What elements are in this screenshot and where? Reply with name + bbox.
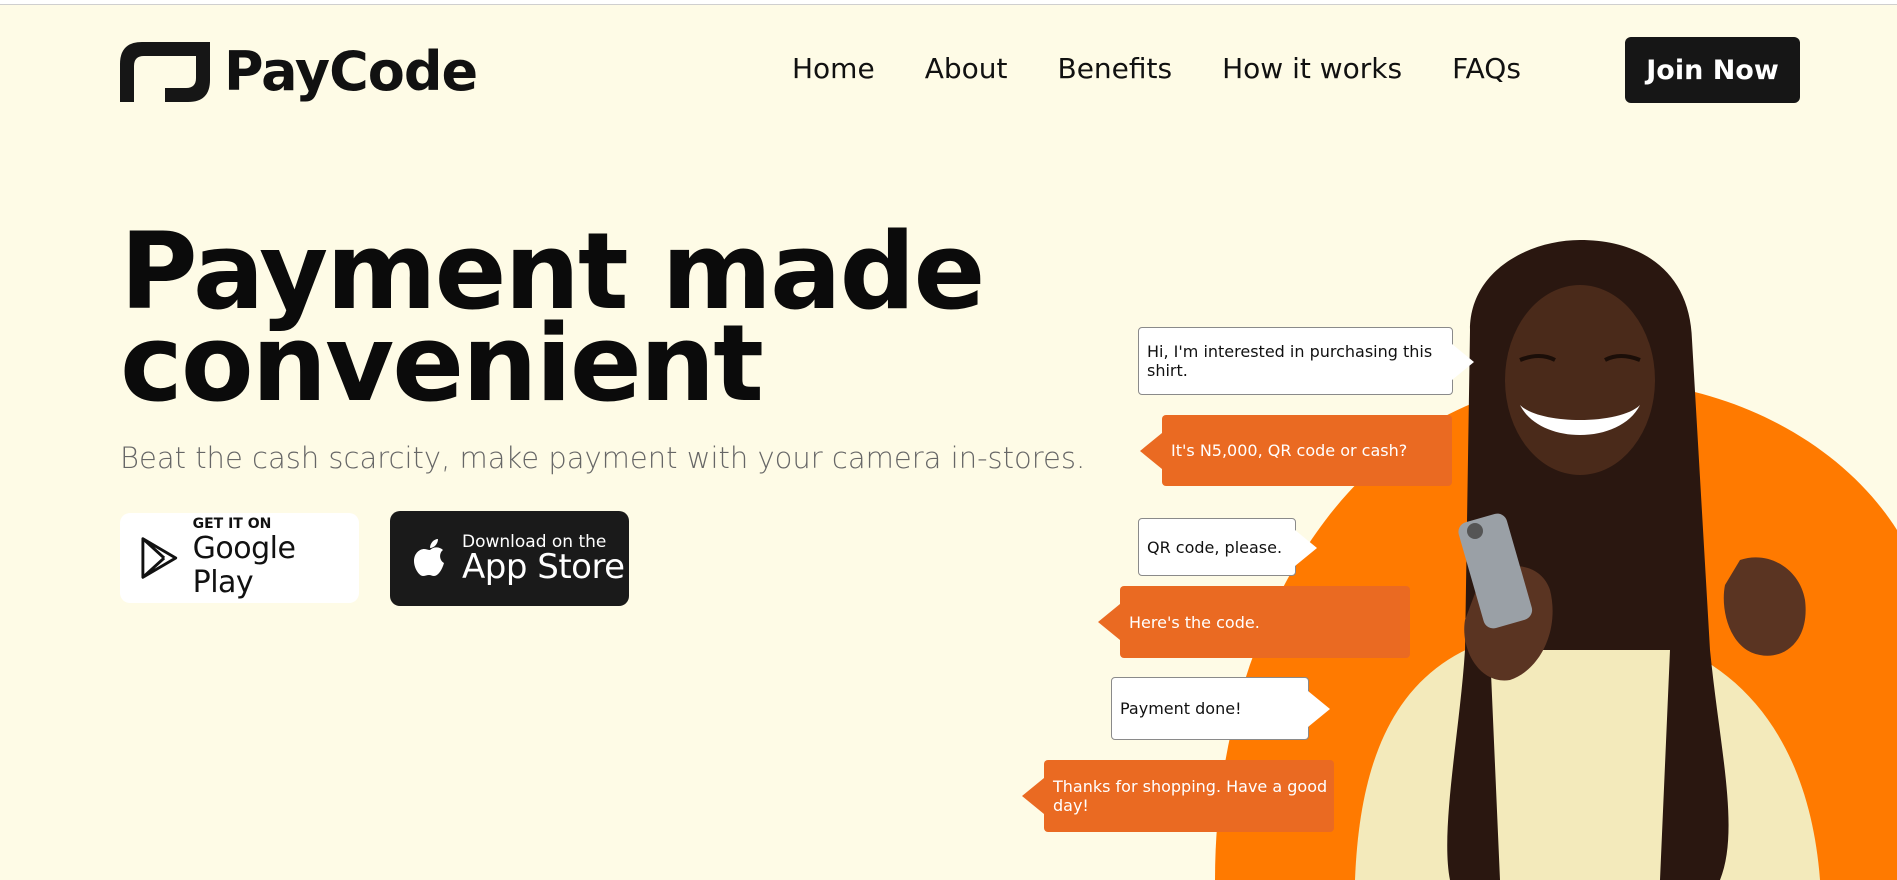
chat-bubble-seller: Here's the code. — [1098, 586, 1410, 658]
chat-text: It's N5,000, QR code or cash? — [1171, 441, 1408, 460]
google-play-text: GET IT ON Google Play — [193, 516, 359, 600]
bubble-tail — [1295, 530, 1317, 566]
chat-text: Payment done! — [1120, 699, 1242, 718]
hero-illustration: Hi, I'm interested in purchasing this sh… — [1020, 230, 1897, 880]
join-now-button[interactable]: Join Now — [1625, 37, 1800, 103]
chat-text: QR code, please. — [1147, 537, 1283, 557]
chat-bubble-seller: It's N5,000, QR code or cash? — [1140, 415, 1452, 486]
chat-bubble-customer: Payment done! — [1111, 677, 1330, 740]
chat-bubble-seller: Thanks for shopping. Have a good day! — [1022, 760, 1334, 832]
bubble-tail — [1308, 691, 1330, 727]
nav-faqs[interactable]: FAQs — [1452, 52, 1521, 85]
apple-icon — [414, 538, 444, 576]
google-play-big: Google Play — [192, 531, 296, 600]
chat-text: Here's the code. — [1129, 612, 1260, 632]
chat-bubble-customer: QR code, please. — [1138, 518, 1317, 576]
google-play-icon — [141, 537, 178, 579]
brand-logo[interactable]: PayCode — [120, 40, 478, 103]
hero-title: Payment made convenient — [120, 210, 985, 425]
app-store-button[interactable]: Download on the App Store — [390, 511, 629, 606]
google-play-small: GET IT ON — [192, 516, 272, 532]
app-store-big: App Store — [462, 546, 625, 587]
main-nav: Home About Benefits How it works FAQs — [792, 52, 1521, 85]
brand-name: PayCode — [224, 40, 478, 103]
nav-about[interactable]: About — [925, 52, 1008, 85]
chat-bubble-customer: Hi, I'm interested in purchasing this sh… — [1138, 327, 1474, 395]
hero-subtitle: Beat the cash scarcity, make payment wit… — [120, 441, 1086, 475]
nav-home[interactable]: Home — [792, 52, 875, 85]
top-rule — [0, 0, 1897, 5]
chat-text: Thanks for shopping. Have a good day! — [1053, 777, 1328, 815]
bubble-tail — [1098, 604, 1120, 640]
paycode-logo-icon — [120, 41, 210, 102]
bubble-tail — [1140, 433, 1162, 469]
chat-text: Hi, I'm interested in purchasing this sh… — [1147, 342, 1433, 380]
app-store-text: Download on the App Store — [462, 533, 625, 587]
bubble-tail — [1452, 344, 1474, 380]
nav-how-it-works[interactable]: How it works — [1222, 52, 1402, 85]
google-play-button[interactable]: GET IT ON Google Play — [120, 513, 359, 603]
bubble-tail — [1022, 778, 1044, 814]
nav-benefits[interactable]: Benefits — [1057, 52, 1172, 85]
